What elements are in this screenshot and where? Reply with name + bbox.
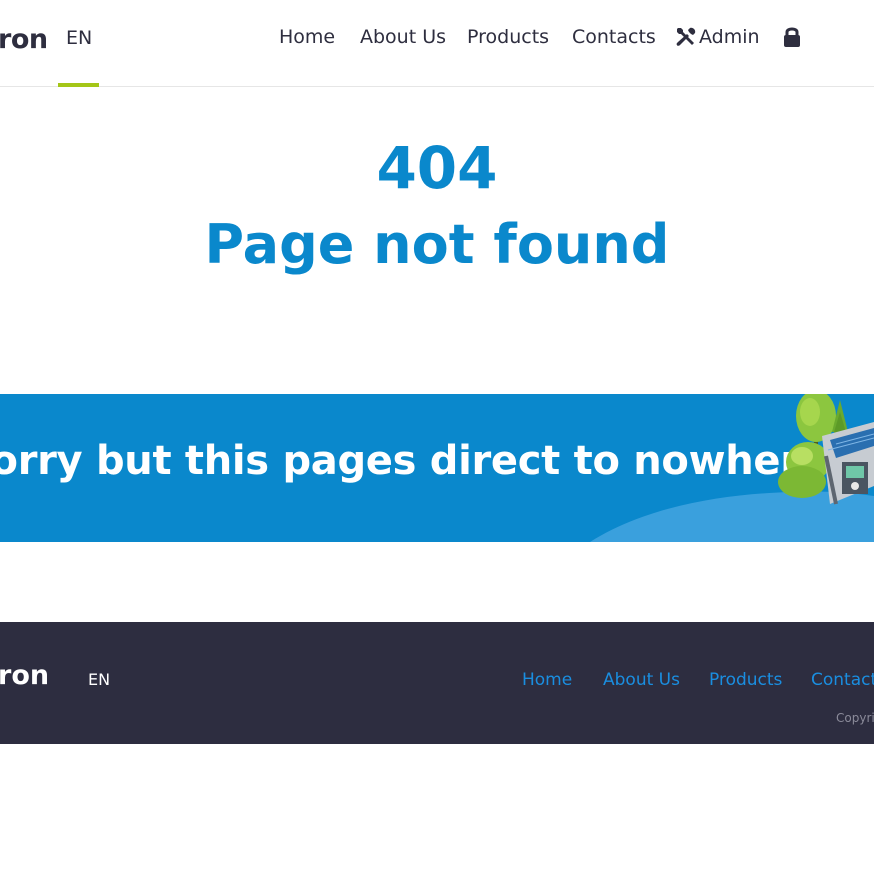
lock-icon[interactable] [782,26,802,48]
tools-icon [676,27,696,46]
nav-admin[interactable]: Admin [675,26,760,48]
nav-products[interactable]: Products [467,26,549,48]
footer-logo[interactable]: ron [0,660,49,691]
footer-language-selector[interactable]: EN [88,670,110,689]
language-selector[interactable]: EN [66,27,92,49]
site-header: ron EN Home About Us Products Contacts A… [0,0,874,87]
footer-nav-contacts[interactable]: Contacts [811,670,874,690]
nav-home[interactable]: Home [279,26,335,48]
language-active-indicator [58,83,99,87]
logo[interactable]: ron [0,24,48,55]
nav-contacts[interactable]: Contacts [572,26,656,48]
copyright-text: Copyright [836,711,874,725]
site-footer: ron EN Home About Us Products Contacts C… [0,622,874,744]
error-title: Page not found [204,213,670,276]
error-code: 404 [376,134,498,202]
nav-about-us[interactable]: About Us [360,26,446,48]
footer-nav-home[interactable]: Home [522,670,572,690]
footer-nav-about-us[interactable]: About Us [603,670,680,690]
nav-admin-label: Admin [699,26,760,48]
solar-station-illustration [590,394,874,542]
footer-nav-products[interactable]: Products [709,670,782,690]
error-banner: Sorry but this pages direct to nowhere! [0,394,874,542]
